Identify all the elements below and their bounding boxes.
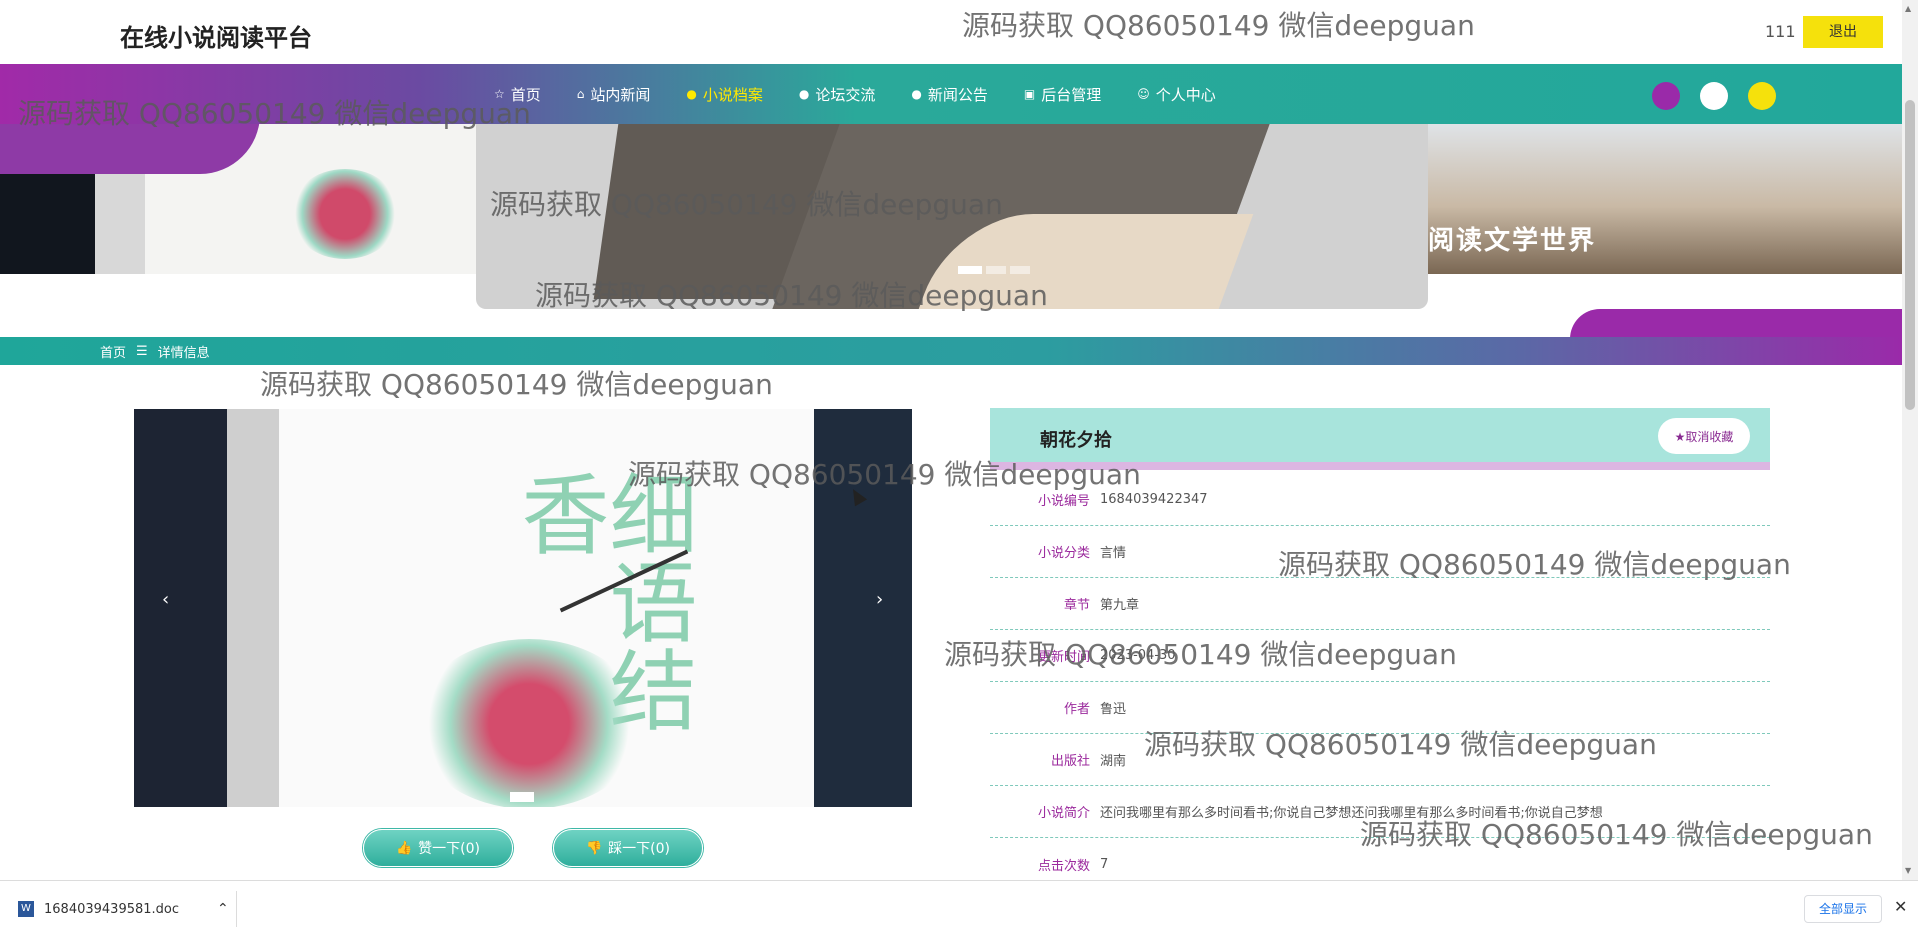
like-label: 赞一下(0) xyxy=(418,841,481,857)
info-value: 1684039422347 xyxy=(1100,492,1208,507)
banner-indicator[interactable] xyxy=(986,266,1006,274)
theme-switcher xyxy=(1652,82,1776,110)
nav-item-admin[interactable]: ▣ 后台管理 xyxy=(1024,84,1101,105)
banner-slogan: 阅读文学世界 xyxy=(1428,226,1597,256)
bag-icon: ⌂ xyxy=(576,87,585,101)
info-row-summary: 小说简介 还问我哪里有那么多时间看书;你说自己梦想还问我哪里有那么多时间看书;你… xyxy=(990,786,1770,838)
chevron-up-icon[interactable]: ⌃ xyxy=(217,901,229,917)
nav-item-home[interactable]: ☆ 首页 xyxy=(494,84,541,105)
breadcrumb-bar: 首页 ☰ 详情信息 xyxy=(0,337,1902,365)
info-label: 小说简介 xyxy=(1037,806,1090,821)
close-icon[interactable]: ✕ xyxy=(1894,897,1907,916)
nav-item-announcements[interactable]: ● 新闻公告 xyxy=(911,84,988,105)
banner-slide-right: 阅读文学世界 xyxy=(1428,124,1902,274)
info-row-category: 小说分类 言情 xyxy=(990,526,1770,578)
home-icon: ☆ xyxy=(494,87,505,101)
info-label: 出版社 xyxy=(1050,754,1090,769)
info-value: 2023-04-30 xyxy=(1100,648,1176,663)
nav-item-profile[interactable]: ☺ 个人中心 xyxy=(1137,84,1216,105)
info-label: 更新时间 xyxy=(1037,650,1090,665)
breadcrumb-home[interactable]: 首页 xyxy=(100,342,126,361)
nav-item-label: 首页 xyxy=(510,85,541,104)
info-label: 点击次数 xyxy=(1037,858,1090,874)
download-file-name: 1684039439581.doc xyxy=(44,901,180,917)
info-value: 鲁迅 xyxy=(1100,702,1127,717)
banner-indicators xyxy=(958,266,1030,274)
carousel-prev-icon[interactable]: ‹ xyxy=(162,589,169,610)
lotus-illustration xyxy=(414,639,644,807)
info-value: 还问我哪里有那么多时间看书;你说自己梦想还问我哪里有那么多时间看书;你说自己梦想 xyxy=(1100,806,1603,821)
nav-item-news[interactable]: ⌂ 站内新闻 xyxy=(577,84,651,105)
download-bar: W 1684039439581.doc ⌃ 全部显示 ✕ xyxy=(0,880,1918,936)
info-label: 作者 xyxy=(1063,702,1090,717)
nav-item-label: 个人中心 xyxy=(1155,85,1216,104)
carousel-indicator[interactable] xyxy=(510,792,534,802)
lotus-illustration xyxy=(290,169,400,259)
info-row-publisher: 出版社 湖南 xyxy=(990,734,1770,786)
logout-button[interactable]: 退出 xyxy=(1803,16,1883,48)
theme-dot-purple[interactable] xyxy=(1652,82,1680,110)
banner-curve-decoration xyxy=(0,124,260,174)
user-name[interactable]: 111 xyxy=(1765,22,1796,41)
nav-item-forum[interactable]: ● 论坛交流 xyxy=(799,84,876,105)
nav-item-label: 站内新闻 xyxy=(590,85,651,104)
info-label: 小说分类 xyxy=(1037,546,1090,561)
breadcrumb-current: 详情信息 xyxy=(157,345,210,361)
word-doc-icon: W xyxy=(18,901,34,917)
breadcrumb-separator-icon: ☰ xyxy=(136,343,148,359)
info-icon: ● xyxy=(911,87,922,101)
info-icon: ● xyxy=(686,87,697,101)
breadcrumb-curve-decoration xyxy=(1570,309,1902,339)
info-value: 7 xyxy=(1100,856,1109,872)
banner-indicator[interactable] xyxy=(958,266,982,274)
theme-dot-white[interactable] xyxy=(1700,82,1728,110)
info-row-id: 小说编号 1684039422347 xyxy=(990,474,1770,526)
info-row-updated: 更新时间 2023-04-30 xyxy=(990,630,1770,682)
banner-indicator[interactable] xyxy=(1010,266,1030,274)
scrollbar-thumb[interactable] xyxy=(1905,100,1915,410)
info-value: 湖南 xyxy=(1100,754,1127,769)
nav-item-novel-archive[interactable]: ● 小说档案 xyxy=(686,84,763,105)
info-label: 章节 xyxy=(1063,598,1090,613)
banner-slide-center xyxy=(476,124,1428,309)
info-label: 小说编号 xyxy=(1037,494,1090,509)
nav-item-label: 论坛交流 xyxy=(815,85,876,104)
nav-item-label: 后台管理 xyxy=(1041,85,1102,104)
info-row-author: 作者 鲁迅 xyxy=(990,682,1770,734)
info-row-chapter: 章节 第九章 xyxy=(990,578,1770,630)
breadcrumb: 首页 ☰ 详情信息 xyxy=(100,337,210,365)
user-icon: ☺ xyxy=(1137,87,1150,101)
novel-info-header: 朝花夕拾 ★取消收藏 xyxy=(990,408,1770,470)
watermark: 源码获取 QQ86050149 微信deepguan xyxy=(260,368,773,401)
banner-carousel[interactable]: 阅读文学世界 xyxy=(0,124,1902,309)
carousel-next-icon[interactable]: › xyxy=(876,589,883,610)
dislike-label: 踩一下(0) xyxy=(608,841,671,857)
novel-title: 朝花夕拾 xyxy=(1040,430,1112,451)
download-divider xyxy=(236,891,237,927)
thumbs-down-icon: 👎 xyxy=(585,840,603,856)
site-title: 在线小说阅读平台 xyxy=(120,24,312,52)
nav-item-label: 新闻公告 xyxy=(927,85,988,104)
nav-items: ☆ 首页 ⌂ 站内新闻 ● 小说档案 ● 论坛交流 ● 新闻公告 ▣ 后台管理 ☺ 个人中心 xyxy=(494,64,1252,124)
clipboard-icon: ▣ xyxy=(1023,87,1036,101)
download-item[interactable]: W 1684039439581.doc ⌃ xyxy=(18,881,229,936)
scroll-up-icon[interactable]: ▲ xyxy=(1905,4,1911,13)
thumbs-up-icon: 👍 xyxy=(395,840,413,856)
nav-item-label: 小说档案 xyxy=(702,85,763,104)
info-value: 第九章 xyxy=(1100,598,1140,613)
main-nav: ☆ 首页 ⌂ 站内新闻 ● 小说档案 ● 论坛交流 ● 新闻公告 ▣ 后台管理 ☺ 个人中心 xyxy=(0,64,1902,124)
show-all-button[interactable]: 全部显示 xyxy=(1804,895,1882,923)
question-icon: ● xyxy=(798,87,810,101)
unfavorite-button[interactable]: ★取消收藏 xyxy=(1658,418,1750,454)
theme-dot-yellow[interactable] xyxy=(1748,82,1776,110)
like-button[interactable]: 👍 赞一下(0) xyxy=(363,829,513,867)
dislike-button[interactable]: 👎 踩一下(0) xyxy=(553,829,703,867)
top-header: 在线小说阅读平台 111 退出 xyxy=(0,0,1902,64)
novel-image-carousel[interactable]: 细语结香 ‹ › xyxy=(134,409,912,807)
scroll-down-icon[interactable]: ▼ xyxy=(1905,866,1911,875)
page-scrollbar[interactable]: ▲ ▼ xyxy=(1902,0,1918,880)
info-value: 言情 xyxy=(1100,546,1127,561)
